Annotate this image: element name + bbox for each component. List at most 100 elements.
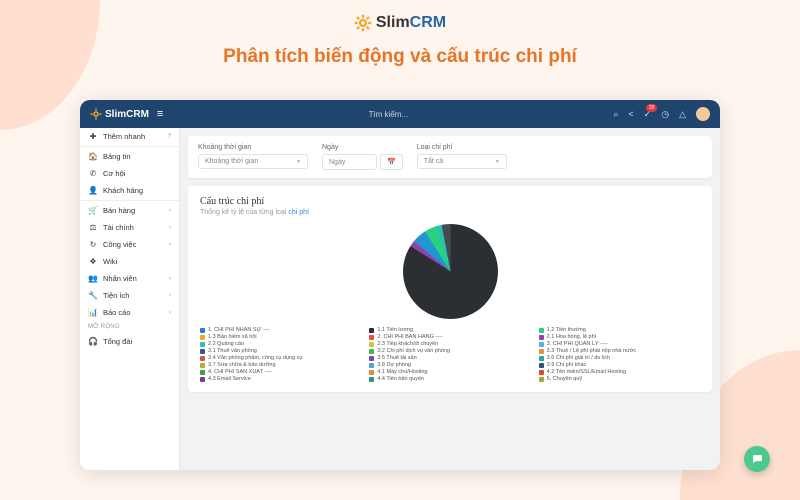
check-icon[interactable]: ✓18 [644,109,652,120]
legend-swatch [369,356,374,361]
sidebar-item[interactable]: ✆Cơ hội [80,165,179,182]
sidebar-item[interactable]: ↻Công việc‹ [80,236,179,253]
legend-item[interactable]: 3.4 Văn phòng phẩm, công cụ dụng cụ [200,355,361,361]
legend-item[interactable]: 3.7 Sửa chữa & bảo dưỡng [200,362,361,368]
sidebar-item[interactable]: 🛒Bán hàng‹ [80,202,179,219]
sidebar-item[interactable]: 👥Nhân viên‹ [80,270,179,287]
legend-label: 4. CHI PHÍ SẢN XUẤT ---- [208,369,272,375]
legend-label: 3.6 Chi phí giải trí / du lịch [547,355,611,361]
legend-label: 1.2 Tiền thưởng [547,327,586,333]
headset-icon: 🎧 [88,337,98,346]
legend-item[interactable]: 1.2 Tiền thưởng [539,327,700,333]
clock-icon[interactable]: ◷ [661,109,669,120]
app-window: SlimCRM ≡ Tìm kiếm... ⌕ < ✓18 ◷ △ ✚Thêm … [80,100,720,470]
sidebar-icon: ⚖ [88,223,98,232]
sidebar-icon: 👥 [88,274,98,283]
legend-label: 4.2 Tên miền/SSL/Email Hosting [547,369,626,375]
sidebar-item[interactable]: ⚖Tài chính‹ [80,219,179,236]
avatar[interactable] [696,107,710,121]
legend-item[interactable]: 3.9 Chi phí khác [539,362,700,368]
sidebar-item[interactable]: ❖Wiki [80,253,179,270]
sidebar-item[interactable]: 👤Khách hàng [80,182,179,199]
sidebar-item-label: Cơ hội [103,169,171,178]
legend-item[interactable]: 3.8 Dự phòng [369,362,530,368]
legend-item[interactable]: 1. CHI PHÍ NHÂN SỰ ---- [200,327,361,333]
sidebar-section: MỞ RỘNG [80,321,179,333]
sidebar-icon: 📊 [88,308,98,317]
chat-fab[interactable] [744,446,770,472]
legend-item[interactable]: 3.1 Thuê văn phòng [200,348,361,354]
menu-toggle-icon[interactable]: ≡ [157,108,163,120]
legend-label: 4.4 Tiền bản quyền [377,376,424,382]
legend-item[interactable]: 1.3 Bảo hiểm xã hội [200,334,361,340]
app-logo[interactable]: SlimCRM [90,108,149,120]
legend-item[interactable]: 4.4 Tiền bản quyền [369,376,530,382]
legend-item[interactable]: 3.6 Chi phí giải trí / du lịch [539,355,700,361]
legend-item[interactable]: 4.2 Tên miền/SSL/Email Hosting [539,369,700,375]
sidebar-item-label: Báo cáo [103,308,164,317]
sidebar-icon: ↻ [88,240,98,249]
legend-label: 4.3 Email Service [208,376,251,382]
sidebar-item[interactable]: 🏠Bảng tin [80,148,179,165]
chevron-left-icon: ‹ [169,293,171,299]
pie-chart [403,224,498,319]
legend-label: 3.5 Thuê tài sản [377,355,416,361]
cost-structure-card: Cấu trúc chi phí Thống kê tỷ lệ của từng… [188,186,712,392]
filter-bar: Khoảng thời gian Khoảng thời gian▼ Ngày … [188,136,712,178]
legend-label: 1.1 Tiền lương [377,327,413,333]
legend-swatch [200,342,205,347]
brand-logo: SlimCRM [0,0,800,32]
legend-item[interactable]: 3.3 Thuế / Lệ phí phải nộp nhà nước [539,348,700,354]
legend-label: 1. CHI PHÍ NHÂN SỰ ---- [208,327,270,333]
legend-label: 2.2 Quảng cáo [208,341,244,347]
legend-swatch [539,356,544,361]
legend-label: 3.9 Chi phí khác [547,362,587,368]
legend-item[interactable]: 1.1 Tiền lương [369,327,530,333]
search-icon[interactable]: ⌕ [613,109,618,120]
sidebar-item-label: Wiki [103,257,171,266]
legend-swatch [200,328,205,333]
sidebar-icon: 🔧 [88,291,98,300]
sidebar-item-label: Tiện ích [103,291,164,300]
filter-type-select[interactable]: Tất cả▼ [417,154,507,169]
gear-icon [354,14,372,32]
legend-item[interactable]: 2. CHI PHÍ BÁN HÀNG ---- [369,334,530,340]
legend-item[interactable]: 4.3 Email Service [200,376,361,382]
legend-item[interactable]: 3.5 Thuê tài sản [369,355,530,361]
chevron-down-icon: ▼ [495,159,500,165]
sidebar-item[interactable]: 🔧 Tiện ích ‹ [80,287,179,304]
filter-day-select[interactable]: Ngày [322,154,377,170]
legend-swatch [539,377,544,382]
legend-item[interactable]: 3.2 Chi phí dịch vụ văn phòng [369,348,530,354]
legend-label: 3. CHI PHÍ QUẢN LÝ ---- [547,341,608,347]
legend-item[interactable]: 2.3 Tiếp khách/di chuyển [369,341,530,347]
legend-label: 3.1 Thuê văn phòng [208,348,257,354]
share-icon[interactable]: < [628,109,633,119]
filter-period-select[interactable]: Khoảng thời gian▼ [198,154,308,169]
legend-item[interactable]: 5. Chuyển quỹ [539,376,700,382]
legend-item[interactable]: 2.1 Hoa hồng, lệ phí [539,334,700,340]
legend-swatch [369,349,374,354]
sidebar-item[interactable]: ✚Thêm nhanh? [80,128,179,145]
legend-swatch [539,328,544,333]
legend-swatch [539,335,544,340]
legend-swatch [539,342,544,347]
legend-item[interactable]: 3. CHI PHÍ QUẢN LÝ ---- [539,341,700,347]
legend-item[interactable]: 4.1 Máy chủ/Hosting [369,369,530,375]
sidebar-item-label: Tổng đài [103,337,171,346]
search-input[interactable]: Tìm kiếm... [369,110,409,119]
chart-legend: 1. CHI PHÍ NHÂN SỰ ---- 1.1 Tiền lương 1.2… [200,327,700,382]
chevron-left-icon: ‹ [169,225,171,231]
cost-link[interactable]: chi phí [288,209,309,216]
legend-item[interactable]: 4. CHI PHÍ SẢN XUẤT ---- [200,369,361,375]
bell-icon[interactable]: △ [679,109,686,120]
chat-icon [751,453,764,466]
legend-label: 2. CHI PHÍ BÁN HÀNG ---- [377,334,442,340]
filter-type-label: Loại chi phí [417,144,507,151]
legend-item[interactable]: 2.2 Quảng cáo [200,341,361,347]
sidebar-item[interactable]: 🎧 Tổng đài [80,333,179,350]
calendar-icon: 📅 [387,158,396,166]
calendar-button[interactable]: 📅 [380,154,403,170]
legend-swatch [369,363,374,368]
sidebar-item[interactable]: 📊Báo cáo‹ [80,304,179,321]
